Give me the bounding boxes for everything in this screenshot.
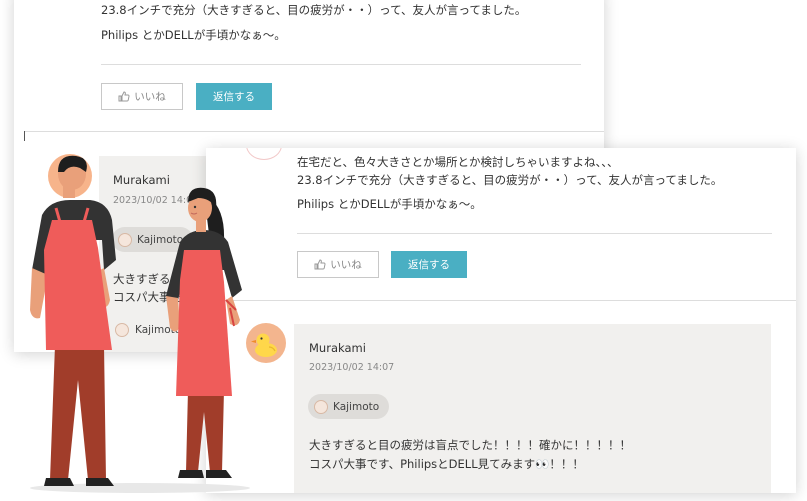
thumbs-up-icon — [118, 91, 130, 102]
reply-date: 2023/10/02 14:07 — [309, 362, 395, 373]
divider — [297, 233, 772, 234]
reply-button[interactable]: 返信する — [391, 251, 467, 278]
comment-text-line: Philips とかDELLが手頃かなぁ〜。 — [101, 28, 286, 42]
reply-text-line: 大きすぎると目の疲労は盲点でした！！！！確かに！！！！！ — [309, 438, 631, 452]
comment-text-line: 23.8インチで充分（大きすぎると、目の疲労が・・）って、友人が言ってました。 — [101, 3, 527, 17]
reply-label: 返信する — [408, 259, 450, 271]
comment-text-line: 在宅だと、色々大きさとか場所とか検討しちゃいますよね、、、 — [297, 155, 619, 169]
like-button[interactable]: いいね — [101, 83, 183, 110]
comment-card-front: 在宅だと、色々大きさとか場所とか検討しちゃいますよね、、、 23.8インチで充分… — [206, 148, 796, 493]
reply-author: Murakami — [309, 341, 366, 355]
user-avatar-icon — [314, 399, 328, 414]
apron-couple-illustration — [30, 154, 250, 493]
comment-text-line: 23.8インチで充分（大きすぎると、目の疲労が・・）って、友人が言ってました。 — [297, 173, 723, 187]
thumbs-up-icon — [314, 259, 326, 270]
reply-button[interactable]: 返信する — [196, 83, 272, 110]
comment-text-line: Philips とかDELLが手頃かなぁ〜。 — [297, 197, 482, 211]
mention-tag[interactable]: Kajimoto — [308, 394, 390, 419]
like-label: いいね — [330, 259, 362, 271]
like-label: いいね — [134, 91, 166, 103]
divider — [206, 300, 796, 301]
divider — [24, 131, 604, 132]
divider — [101, 64, 581, 65]
thread-line — [24, 131, 25, 141]
like-button[interactable]: いいね — [297, 251, 379, 278]
mention-tag-label: Kajimoto — [333, 400, 380, 413]
reply-text-line: コスパ大事です、PhilipsとDELL見てみます👀！！！ — [309, 457, 584, 471]
reply-label: 返信する — [213, 91, 255, 103]
